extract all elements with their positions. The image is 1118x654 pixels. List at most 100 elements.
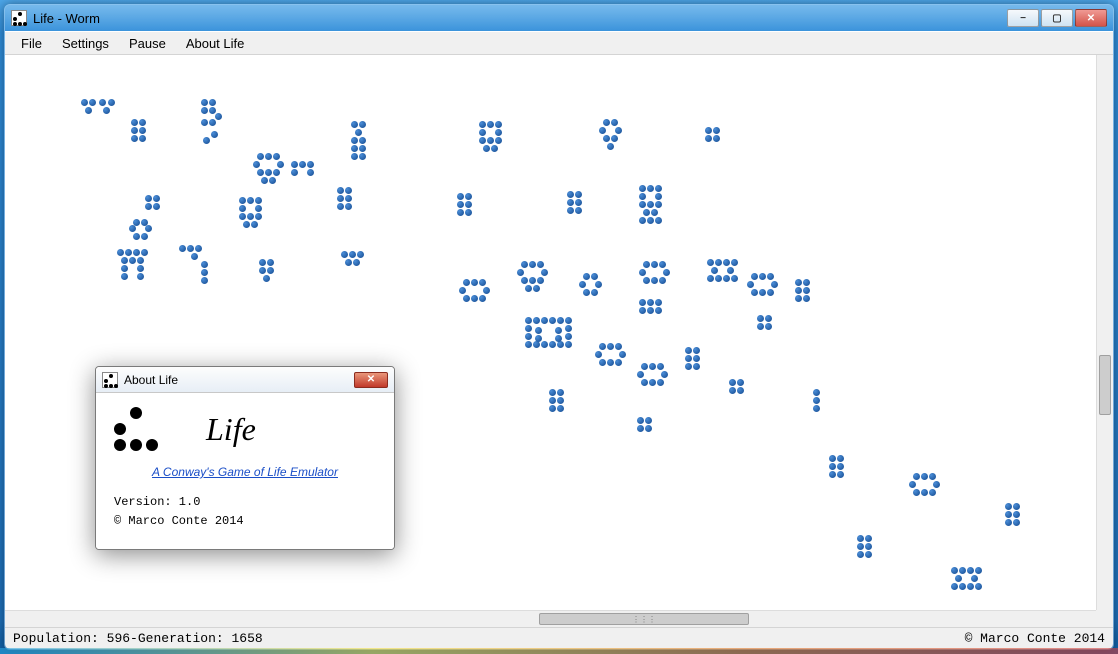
live-cell [731,275,738,282]
titlebar[interactable]: Life - Worm − ▢ ✕ [5,5,1113,31]
live-cell [549,405,556,412]
about-copyright: © Marco Conte 2014 [114,512,376,531]
about-titlebar[interactable]: About Life ✕ [96,367,394,393]
live-cell [359,145,366,152]
live-cell [967,583,974,590]
menu-settings[interactable]: Settings [52,33,119,54]
live-cell [655,307,662,314]
live-cell [647,307,654,314]
live-cell [465,201,472,208]
live-cell [639,299,646,306]
live-cell [345,259,352,266]
live-cell [711,267,718,274]
live-cell [209,99,216,106]
live-cell [495,137,502,144]
live-cell [829,471,836,478]
vscroll-thumb[interactable] [1099,355,1111,415]
live-cell [129,257,136,264]
live-cell [137,265,144,272]
live-cell [255,205,262,212]
live-cell [795,295,802,302]
horizontal-scrollbar[interactable]: ⋮⋮⋮ [5,610,1096,627]
live-cell [639,185,646,192]
live-cell [359,153,366,160]
live-cell [929,473,936,480]
live-cell [619,351,626,358]
live-cell [637,417,644,424]
live-cell [463,295,470,302]
live-cell [645,417,652,424]
live-cell [259,267,266,274]
live-cell [215,113,222,120]
taskbar-glow [0,648,1118,654]
menu-file[interactable]: File [11,33,52,54]
hscroll-thumb[interactable]: ⋮⋮⋮ [539,613,749,625]
live-cell [153,195,160,202]
live-cell [351,137,358,144]
live-cell [85,107,92,114]
live-cell [353,259,360,266]
live-cell [795,287,802,294]
live-cell [565,341,572,348]
live-cell [291,161,298,168]
live-cell [913,489,920,496]
live-cell [639,201,646,208]
live-cell [575,191,582,198]
live-cell [909,481,916,488]
live-cell [145,203,152,210]
live-cell [747,281,754,288]
live-cell [639,217,646,224]
live-cell [803,279,810,286]
live-cell [529,277,536,284]
live-cell [951,567,958,574]
live-cell [139,127,146,134]
maximize-button[interactable]: ▢ [1041,9,1073,27]
live-cell [537,277,544,284]
live-cell [187,245,194,252]
live-cell [265,153,272,160]
live-cell [933,481,940,488]
menu-pause[interactable]: Pause [119,33,176,54]
menu-about[interactable]: About Life [176,33,255,54]
live-cell [457,209,464,216]
live-cell [479,121,486,128]
live-cell [579,281,586,288]
live-cell [641,379,648,386]
live-cell [549,317,556,324]
live-cell [179,245,186,252]
status-generation-value: 1658 [232,631,263,646]
about-link[interactable]: A Conway's Game of Life Emulator [114,465,376,479]
minimize-button[interactable]: − [1007,9,1039,27]
live-cell [487,121,494,128]
live-cell [239,205,246,212]
live-cell [259,259,266,266]
live-cell [955,575,962,582]
live-cell [263,275,270,282]
live-cell [201,277,208,284]
live-cell [607,143,614,150]
live-cell [643,277,650,284]
live-cell [729,387,736,394]
live-cell [921,489,928,496]
live-cell [243,221,250,228]
live-cell [483,287,490,294]
live-cell [693,363,700,370]
live-cell [533,317,540,324]
live-cell [211,131,218,138]
live-cell [591,273,598,280]
close-button[interactable]: ✕ [1075,9,1107,27]
live-cell [707,275,714,282]
live-cell [555,335,562,342]
live-cell [921,473,928,480]
live-cell [857,551,864,558]
live-cell [103,107,110,114]
live-cell [307,169,314,176]
about-close-button[interactable]: ✕ [354,372,388,388]
live-cell [337,203,344,210]
live-cell [351,153,358,160]
live-cell [565,317,572,324]
live-cell [137,273,144,280]
status-copyright: © Marco Conte 2014 [965,631,1105,646]
vertical-scrollbar[interactable] [1096,55,1113,610]
live-cell [351,145,358,152]
